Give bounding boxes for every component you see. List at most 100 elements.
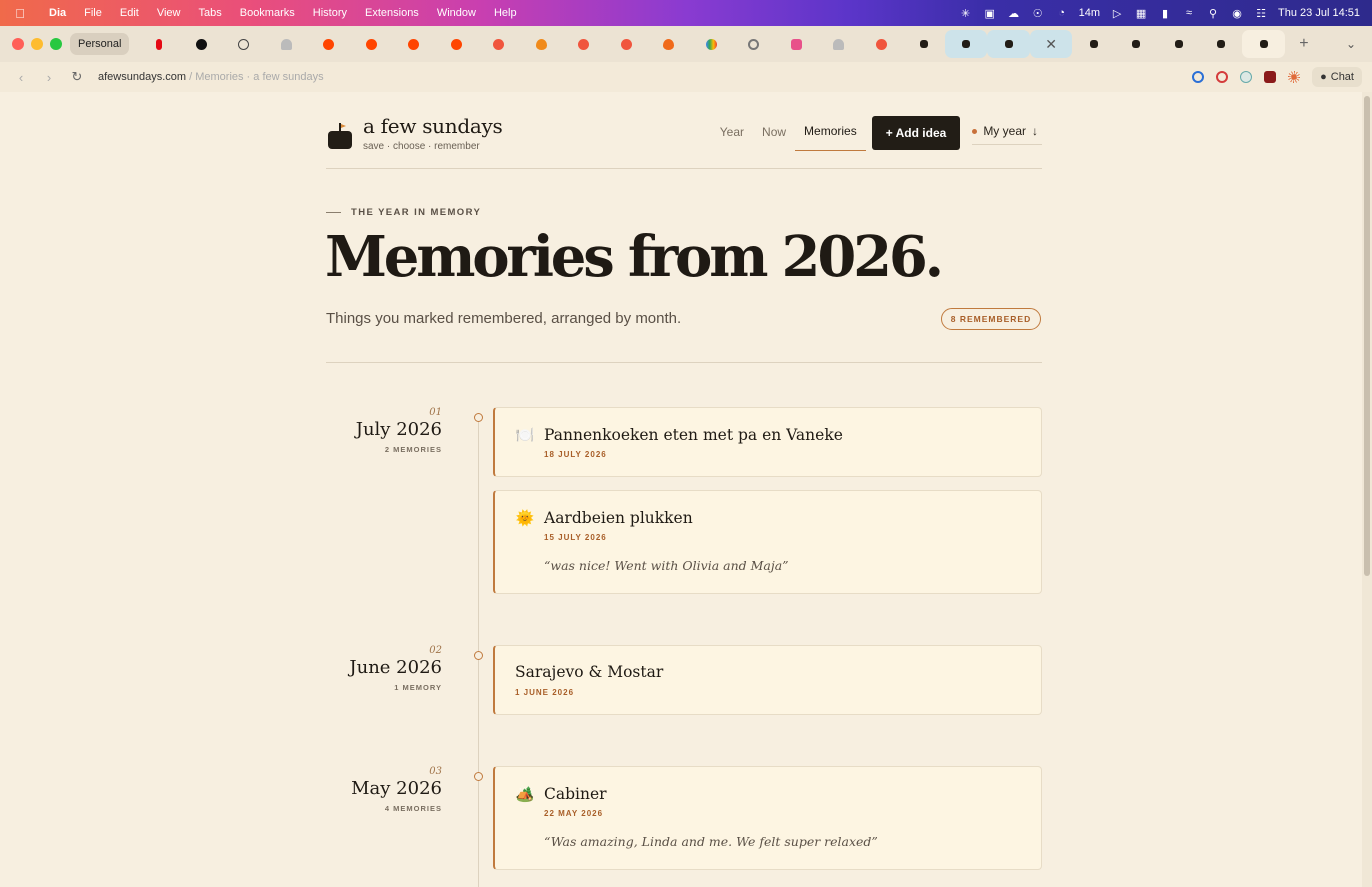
tab-4[interactable] [265, 30, 308, 58]
password-icon[interactable]: ☉ [1031, 7, 1045, 20]
memory-card[interactable]: 🍽️ Pannenkoeken eten met pa en Vaneke 18… [493, 407, 1042, 477]
zoom-window-icon[interactable] [50, 38, 62, 50]
profile-switcher[interactable]: Personal [70, 33, 130, 55]
tab-sundays-3[interactable] [987, 30, 1030, 58]
tab-sundays-1[interactable] [902, 30, 945, 58]
apple-icon[interactable]:  [0, 6, 40, 21]
month-header-may: 03 May 2026 4 MEMORIES [326, 766, 442, 813]
shield-icon[interactable] [1264, 71, 1277, 83]
divider [326, 362, 1042, 363]
tab-s[interactable] [775, 30, 818, 58]
menu-bookmarks[interactable]: Bookmarks [231, 7, 304, 19]
status-dot [972, 128, 978, 134]
menu-extensions[interactable]: Extensions [356, 7, 428, 19]
back-icon[interactable]: ‹ [14, 70, 28, 85]
nav-memories[interactable]: Memories [795, 118, 866, 151]
menu-bar:  Dia File Edit View Tabs Bookmarks Hist… [0, 0, 1372, 26]
tab-sundays-6[interactable] [1157, 30, 1200, 58]
menu-view[interactable]: View [148, 7, 190, 19]
memory-note: “was nice! Went with Olivia and Maja” [544, 558, 789, 573]
tab-2[interactable] [180, 30, 223, 58]
tab-p-1[interactable] [477, 30, 520, 58]
page: a few sundays save · choose · remember Y… [0, 92, 1362, 887]
scrollbar-thumb[interactable] [1364, 96, 1370, 576]
close-icon[interactable]: ✕ [1045, 36, 1057, 53]
chevron-down-icon[interactable]: ⌄ [1336, 37, 1366, 51]
brand-name[interactable]: a few sundays [363, 114, 503, 138]
tab-reddit-2[interactable] [350, 30, 393, 58]
menu-clock[interactable]: Thu 23 Jul 14:51 [1278, 7, 1360, 19]
new-tab-button[interactable]: + [1289, 35, 1319, 53]
reddit-icon [365, 38, 377, 50]
tab-reddit-4[interactable] [435, 30, 478, 58]
memory-card[interactable]: 🏕️ Cabiner 22 MAY 2026 “Was amazing, Lin… [493, 766, 1042, 870]
user-icon[interactable]: ◉ [1230, 7, 1244, 20]
tab-sundays-active[interactable] [1242, 30, 1285, 58]
arrow-down-icon: ↓ [1032, 124, 1038, 138]
memory-date: 15 JULY 2026 [544, 533, 607, 542]
timeline-dot [474, 413, 483, 422]
menu-app-name[interactable]: Dia [40, 7, 75, 19]
tab-sundays-7[interactable] [1200, 30, 1243, 58]
menu-history[interactable]: History [304, 7, 356, 19]
tab-close-button[interactable]: ✕ [1029, 30, 1073, 58]
sparkle-icon[interactable]: ✳ [959, 7, 973, 20]
layout-icon[interactable]: ▦ [1134, 7, 1148, 20]
close-window-icon[interactable] [12, 38, 24, 50]
wifi-icon[interactable]: ≈ [1182, 7, 1196, 19]
sundays-logo-icon [1089, 40, 1098, 48]
nav-now[interactable]: Now [753, 119, 795, 151]
cube-icon[interactable]: ▣ [983, 7, 997, 20]
tab-flame-1[interactable] [520, 30, 563, 58]
tab-gcloud[interactable] [690, 30, 733, 58]
menu-edit[interactable]: Edit [111, 7, 148, 19]
menu-window[interactable]: Window [428, 7, 485, 19]
tab-p-3[interactable] [605, 30, 648, 58]
status-timer[interactable]: 14m [1079, 7, 1100, 19]
tab-sundays-2[interactable] [944, 30, 988, 58]
page-title: Memories from 2026. [325, 224, 944, 290]
tab-extension-icon[interactable] [1240, 71, 1253, 83]
timer-icon[interactable]: ◔ [1055, 7, 1069, 19]
chat-button[interactable]: ● Chat [1312, 67, 1362, 87]
tab-settings[interactable] [732, 30, 775, 58]
battery-icon[interactable]: ▮ [1158, 7, 1172, 20]
control-center-icon[interactable]: ☷ [1254, 7, 1268, 20]
tab-cloud-2[interactable] [817, 30, 860, 58]
page-subtitle: Things you marked remembered, arranged b… [326, 310, 682, 327]
tab-reddit-1[interactable] [307, 30, 350, 58]
menu-tabs[interactable]: Tabs [189, 7, 230, 19]
s-app-icon [790, 38, 802, 50]
memory-card[interactable]: Sarajevo & Mostar 1 JUNE 2026 [493, 645, 1042, 715]
burst-icon[interactable] [1288, 71, 1301, 83]
nav-year[interactable]: Year [711, 119, 753, 151]
search-icon[interactable]: ⚲ [1206, 7, 1220, 20]
onepassword-icon[interactable] [1192, 71, 1205, 83]
tab-3[interactable] [222, 30, 265, 58]
tab-p-2[interactable] [562, 30, 605, 58]
tab-reddit-3[interactable] [392, 30, 435, 58]
tab-netflix[interactable] [137, 30, 180, 58]
tab-p-4[interactable] [860, 30, 903, 58]
my-year-dropdown[interactable]: My year ↓ [972, 124, 1042, 145]
menu-file[interactable]: File [75, 7, 111, 19]
memory-card[interactable]: 🌞 Aardbeien plukken 15 JULY 2026 “was ni… [493, 490, 1042, 594]
play-icon[interactable]: ▷ [1110, 7, 1124, 20]
menu-help[interactable]: Help [485, 7, 526, 19]
tab-flame-2[interactable] [647, 30, 690, 58]
forward-icon[interactable]: › [42, 70, 56, 85]
remembered-count-badge: 8 REMEMBERED [941, 308, 1041, 330]
power-icon[interactable] [1216, 71, 1229, 83]
reload-icon[interactable]: ↻ [70, 69, 84, 85]
url-field[interactable]: afewsundays.com / Memories · a few sunda… [98, 71, 324, 83]
logo-icon[interactable] [327, 123, 353, 149]
add-idea-button[interactable]: + Add idea [871, 115, 961, 150]
tab-sundays-4[interactable] [1072, 30, 1115, 58]
month-count: 2 MEMORIES [384, 445, 442, 454]
address-bar: ‹ › ↻ afewsundays.com / Memories · a few… [0, 62, 1372, 92]
cloud-icon[interactable]: ☁ [1007, 7, 1021, 20]
url-path: / Memories · a few sundays [186, 71, 324, 83]
p-app-icon [493, 38, 505, 50]
tab-sundays-5[interactable] [1115, 30, 1158, 58]
minimize-window-icon[interactable] [31, 38, 43, 50]
